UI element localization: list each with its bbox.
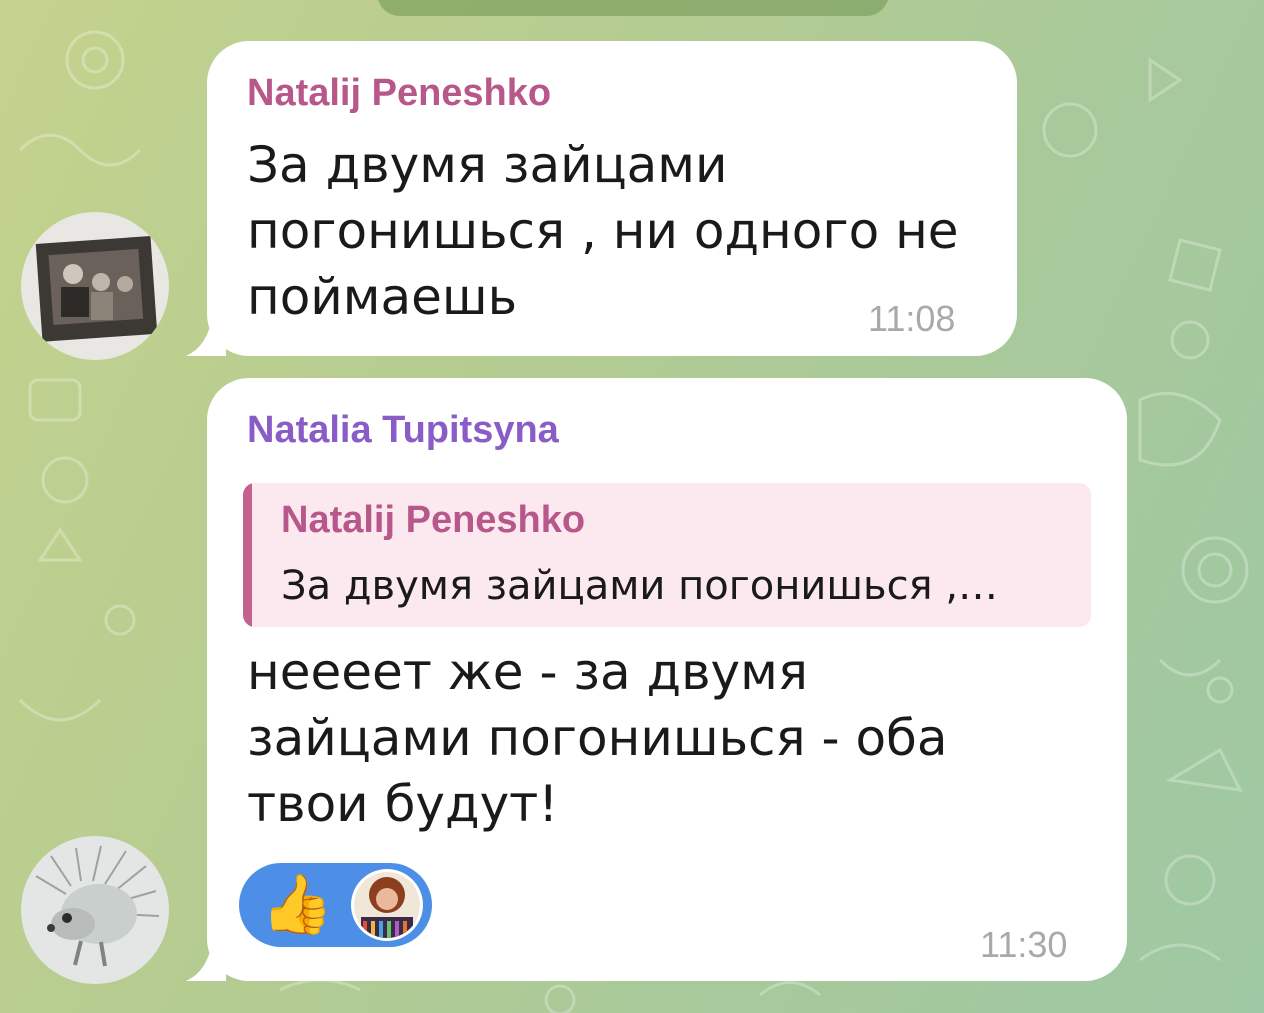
- message-time: 11:08: [868, 298, 956, 339]
- date-separator: [377, 0, 889, 16]
- message-text-line: За двумя зайцами: [247, 136, 728, 194]
- message-text-line: твои будут!: [247, 775, 559, 833]
- message-time: 11:30: [980, 924, 1068, 965]
- sender-name[interactable]: Natalij Peneshko: [247, 72, 551, 115]
- reactor-avatar[interactable]: [351, 869, 423, 941]
- sender-name[interactable]: Natalia Tupitsyna: [247, 409, 559, 452]
- message-text-line: погонишься , ни одного не: [247, 202, 959, 260]
- message-text-line: поймаешь: [247, 268, 518, 326]
- thumbs-up-icon: 👍: [261, 872, 334, 937]
- reply-sender-name: Natalij Peneshko: [281, 499, 586, 541]
- message-text-line: неееет же - за двумя: [247, 643, 808, 701]
- reply-quote[interactable]: Natalij Peneshko За двумя зайцами погони…: [243, 483, 1091, 627]
- photo-avatar-icon: [21, 212, 169, 360]
- hedgehog-avatar-icon: [21, 836, 169, 984]
- sender-avatar[interactable]: [21, 212, 169, 360]
- reply-bar: [243, 483, 252, 627]
- sender-avatar[interactable]: [21, 836, 169, 984]
- message-text-line: зайцами погонишься - оба: [247, 709, 948, 767]
- reply-text: За двумя зайцами погонишься ,…: [281, 563, 999, 609]
